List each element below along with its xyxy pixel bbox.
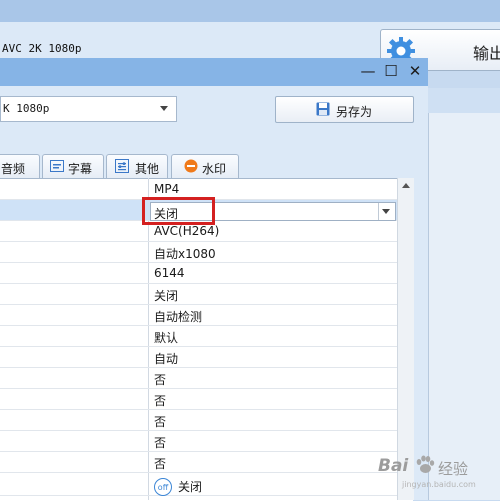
minimize-button[interactable]: — <box>357 58 379 84</box>
save-as-button[interactable]: 另存为 <box>275 96 414 123</box>
watermark-icon <box>184 159 198 173</box>
preset-select[interactable]: K 1080p <box>0 96 177 122</box>
table-row[interactable]: 否 <box>0 431 397 452</box>
scroll-up-icon[interactable] <box>402 183 410 188</box>
table-row[interactable]: 关闭 <box>0 475 397 496</box>
row-value: MP4 <box>154 182 180 196</box>
row-value: 自动x1080 <box>154 247 216 261</box>
row-value: 否 <box>154 457 167 471</box>
row-value: 关闭 <box>154 289 179 303</box>
export-button-label: 输出 <box>473 44 500 63</box>
table-row[interactable]: 自动检测 <box>0 305 397 326</box>
paw-icon <box>416 455 435 473</box>
row-value: 自动检测 <box>154 310 203 324</box>
table-row[interactable]: 6144 <box>0 263 397 284</box>
tab-audio[interactable]: 音频 <box>0 154 40 178</box>
table-row[interactable]: 自动x1080 <box>0 242 397 263</box>
table-row[interactable]: 否 <box>0 389 397 410</box>
table-row[interactable]: 关闭 <box>0 284 397 305</box>
row-value: 否 <box>154 373 167 387</box>
watermark-brand: Bai <box>378 456 409 476</box>
row-value: 否 <box>154 394 167 408</box>
row-value: 关闭 <box>178 480 203 494</box>
chevron-down-icon <box>160 106 168 111</box>
row-value: 否 <box>154 415 167 429</box>
close-button[interactable]: ✕ <box>404 58 426 84</box>
background-preset-label: AVC 2K 1080p <box>2 42 82 55</box>
tab-subtitle-label: 字幕 <box>68 162 93 176</box>
tab-subtitle[interactable]: 字幕 <box>42 154 104 178</box>
tab-audio-label: 音频 <box>1 162 26 176</box>
row-value: 否 <box>154 436 167 450</box>
table-row[interactable]: 默认 <box>0 326 397 347</box>
save-as-label: 另存为 <box>336 105 373 119</box>
row-value: 默认 <box>154 331 179 345</box>
table-row[interactable]: 否 <box>0 368 397 389</box>
row-value: 6144 <box>154 266 185 280</box>
preset-select-value: K 1080p <box>3 102 50 115</box>
baidu-jingyan-watermark: Bai 经验 jingyan.baidu.com <box>378 452 500 489</box>
row-value: AVC(H264) <box>154 224 220 238</box>
maximize-button[interactable]: ☐ <box>380 58 402 84</box>
tab-other-label: 其他 <box>135 162 160 176</box>
save-icon <box>316 102 330 116</box>
tab-other[interactable]: 其他 <box>106 154 168 178</box>
table-row[interactable]: 否 <box>0 410 397 431</box>
right-panel <box>428 88 500 500</box>
tab-watermark[interactable]: 水印 <box>171 154 239 178</box>
table-row[interactable]: 自动 <box>0 347 397 368</box>
watermark-url: jingyan.baidu.com <box>402 480 476 489</box>
app-top-band <box>0 0 500 22</box>
annotation-highlight-box <box>142 197 215 225</box>
tab-watermark-label: 水印 <box>202 162 227 176</box>
settings-icon <box>115 159 129 173</box>
chevron-down-icon <box>382 209 390 214</box>
watermark-text: 经验 <box>438 460 469 478</box>
row-value: 自动 <box>154 352 179 366</box>
subtitle-icon <box>50 160 64 172</box>
off-toggle-icon[interactable]: off <box>154 478 172 496</box>
table-row[interactable]: 否 <box>0 452 397 473</box>
